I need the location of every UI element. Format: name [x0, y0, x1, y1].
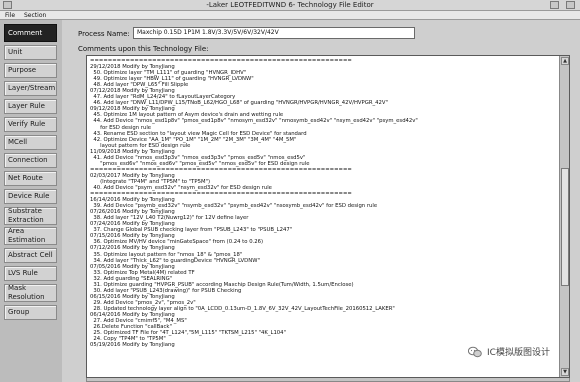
sidebar-item-mask-resolution[interactable]: Mask Resolution: [4, 284, 57, 302]
window-title: -Laker LEOTFEDITWND 6- Technology File E…: [206, 1, 374, 9]
sidebar-item-area-estimation[interactable]: Area Estimation: [4, 227, 57, 245]
title-bar: -Laker LEOTFEDITWND 6- Technology File E…: [0, 0, 580, 11]
sidebar-item-lvs-rule[interactable]: LVS Rule: [4, 266, 57, 281]
menu-section[interactable]: Section: [24, 11, 46, 20]
sidebar-item-net-route[interactable]: Net Route: [4, 171, 57, 186]
sidebar-item-verify-rule[interactable]: Verify Rule: [4, 117, 57, 132]
process-name-label: Process Name:: [78, 30, 130, 38]
watermark: IC模拟版图设计: [468, 345, 550, 358]
vertical-scrollbar[interactable]: ▲ ▼: [559, 56, 569, 377]
watermark-text: IC模拟版图设计: [487, 348, 550, 358]
menu-bar: File Section: [0, 11, 580, 20]
sidebar-item-device-rule[interactable]: Device Rule: [4, 189, 57, 204]
sidebar-item-purpose[interactable]: Purpose: [4, 63, 57, 78]
sidebar-item-comment[interactable]: Comment: [4, 24, 57, 42]
comments-text: ========================================…: [90, 58, 544, 348]
section-sidebar: Comment Unit Purpose Layer/Stream Layer …: [0, 20, 62, 382]
comments-label: Comments upon this Technology File:: [78, 45, 209, 53]
sidebar-item-abstract-cell[interactable]: Abstract Cell: [4, 248, 57, 263]
sidebar-item-layer-rule[interactable]: Layer Rule: [4, 99, 57, 114]
process-name-field[interactable]: Maxchip 0.15D 1P1M 1.8V/3.3V/5V/6V/32V/4…: [133, 27, 415, 39]
scroll-down-icon[interactable]: ▼: [561, 368, 569, 376]
comment-panel: Process Name: Maxchip 0.15D 1P1M 1.8V/3.…: [62, 20, 580, 382]
maximize-button[interactable]: [566, 1, 575, 9]
scroll-up-icon[interactable]: ▲: [561, 57, 569, 65]
wechat-logo-icon: [468, 346, 482, 357]
horizontal-scrollbar[interactable]: [86, 378, 570, 382]
minimize-button[interactable]: [550, 1, 559, 9]
comments-textarea[interactable]: ========================================…: [86, 55, 570, 378]
sidebar-item-layer-stream[interactable]: Layer/Stream: [4, 81, 57, 96]
sidebar-item-connection[interactable]: Connection: [4, 153, 57, 168]
menu-file[interactable]: File: [5, 11, 15, 20]
sidebar-item-unit[interactable]: Unit: [4, 45, 57, 60]
sidebar-item-substrate-extraction[interactable]: Substrate Extraction: [4, 207, 57, 225]
scroll-thumb[interactable]: [561, 168, 569, 286]
sidebar-item-group[interactable]: Group: [4, 305, 57, 320]
sidebar-item-mcell[interactable]: MCell: [4, 135, 57, 150]
